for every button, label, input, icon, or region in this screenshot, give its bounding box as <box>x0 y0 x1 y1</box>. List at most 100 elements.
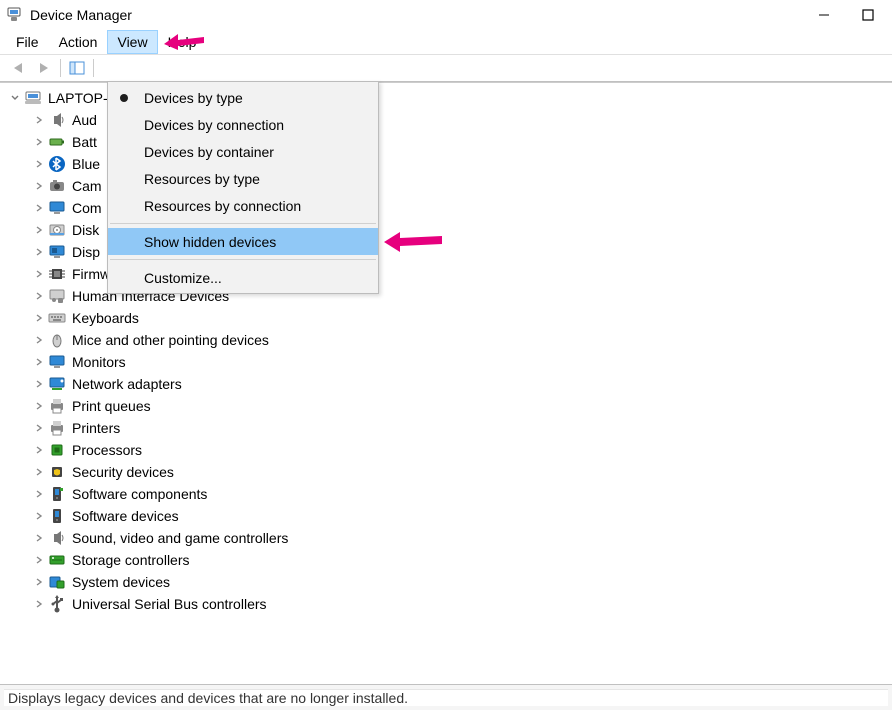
expand-icon[interactable] <box>32 465 46 479</box>
expand-icon[interactable] <box>32 267 46 281</box>
expand-icon[interactable] <box>32 333 46 347</box>
network-icon <box>48 375 66 393</box>
expand-icon[interactable] <box>32 201 46 215</box>
tree-node-label: Cam <box>72 178 102 194</box>
status-bar: Displays legacy devices and devices that… <box>0 684 892 710</box>
bluetooth-icon <box>48 155 66 173</box>
tree-node[interactable]: Software devices <box>4 505 884 527</box>
toolbar-forward-button[interactable] <box>32 56 56 80</box>
tree-node-label: Mice and other pointing devices <box>72 332 269 348</box>
menuitem-resources-by-connection[interactable]: Resources by connection <box>108 192 378 219</box>
expand-icon[interactable] <box>32 355 46 369</box>
expand-icon[interactable] <box>32 509 46 523</box>
tree-node-label: Software devices <box>72 508 179 524</box>
tree-node-label: Aud <box>72 112 97 128</box>
expand-icon[interactable] <box>32 289 46 303</box>
menu-view[interactable]: View <box>107 30 157 54</box>
menuitem-devices-by-type[interactable]: Devices by type <box>108 84 378 111</box>
expand-icon[interactable] <box>32 377 46 391</box>
app-icon <box>6 7 22 23</box>
expand-icon[interactable] <box>32 443 46 457</box>
tree-node-label: Monitors <box>72 354 126 370</box>
expand-icon[interactable] <box>32 245 46 259</box>
menu-file[interactable]: File <box>6 30 49 54</box>
expand-icon[interactable] <box>32 575 46 589</box>
tree-node-label: Network adapters <box>72 376 182 392</box>
expand-icon[interactable] <box>32 421 46 435</box>
tree-node[interactable]: Processors <box>4 439 884 461</box>
radio-selected-icon <box>120 94 128 102</box>
menuitem-customize[interactable]: Customize... <box>108 264 378 291</box>
maximize-button[interactable] <box>858 5 878 25</box>
battery-icon <box>48 133 66 151</box>
speaker-icon <box>48 111 66 129</box>
window-title: Device Manager <box>30 7 814 23</box>
annotation-arrow-view <box>158 24 208 50</box>
tree-node-label: Disp <box>72 244 100 260</box>
expand-icon[interactable] <box>32 113 46 127</box>
menuitem-label: Devices by connection <box>144 117 284 133</box>
tree-node[interactable]: Printers <box>4 417 884 439</box>
menuitem-resources-by-type[interactable]: Resources by type <box>108 165 378 192</box>
tree-node-label: Printers <box>72 420 120 436</box>
monitor-icon <box>48 353 66 371</box>
tree-node[interactable]: Mice and other pointing devices <box>4 329 884 351</box>
menuitem-label: Resources by type <box>144 171 260 187</box>
tree-node-label: Disk <box>72 222 99 238</box>
tree-node[interactable]: Keyboards <box>4 307 884 329</box>
software-device-icon <box>48 507 66 525</box>
tree-node-label: Universal Serial Bus controllers <box>72 596 267 612</box>
menu-bar: File Action View Help <box>0 30 892 54</box>
toolbar-back-button[interactable] <box>6 56 30 80</box>
window-controls <box>814 5 886 25</box>
printer-icon <box>48 397 66 415</box>
expand-icon[interactable] <box>32 487 46 501</box>
minimize-button[interactable] <box>814 5 834 25</box>
camera-icon <box>48 177 66 195</box>
toolbar-show-hide-tree-button[interactable] <box>65 56 89 80</box>
speaker-icon <box>48 529 66 547</box>
tree-node[interactable]: Universal Serial Bus controllers <box>4 593 884 615</box>
expand-icon[interactable] <box>32 179 46 193</box>
hid-icon <box>48 287 66 305</box>
tree-node[interactable]: Software components <box>4 483 884 505</box>
tree-node-label: Software components <box>72 486 207 502</box>
tree-node[interactable]: Network adapters <box>4 373 884 395</box>
display-adapter-icon <box>48 243 66 261</box>
tree-node-label: Processors <box>72 442 142 458</box>
expand-icon[interactable] <box>32 399 46 413</box>
menuitem-devices-by-connection[interactable]: Devices by connection <box>108 111 378 138</box>
toolbar-separator <box>93 59 94 77</box>
tree-node[interactable]: Security devices <box>4 461 884 483</box>
tree-node[interactable]: Sound, video and game controllers <box>4 527 884 549</box>
tree-node[interactable]: Print queues <box>4 395 884 417</box>
view-dropdown-menu: Devices by type Devices by connection De… <box>107 81 379 294</box>
expand-icon[interactable] <box>32 223 46 237</box>
toolbar-separator <box>60 59 61 77</box>
title-bar: Device Manager <box>0 0 892 30</box>
expand-icon[interactable] <box>32 531 46 545</box>
expand-icon[interactable] <box>32 553 46 567</box>
collapse-icon[interactable] <box>8 91 22 105</box>
expand-icon[interactable] <box>32 135 46 149</box>
menu-action[interactable]: Action <box>49 30 108 54</box>
menuitem-label: Devices by type <box>144 90 243 106</box>
tree-node-label: Batt <box>72 134 97 150</box>
menu-separator <box>110 259 376 260</box>
tree-node-label: Security devices <box>72 464 174 480</box>
annotation-arrow-show-hidden <box>382 230 446 254</box>
tree-node[interactable]: System devices <box>4 571 884 593</box>
expand-icon[interactable] <box>32 157 46 171</box>
tree-node[interactable]: Monitors <box>4 351 884 373</box>
mouse-icon <box>48 331 66 349</box>
usb-icon <box>48 595 66 613</box>
keyboard-icon <box>48 309 66 327</box>
expand-icon[interactable] <box>32 597 46 611</box>
menuitem-label: Show hidden devices <box>144 234 276 250</box>
menuitem-devices-by-container[interactable]: Devices by container <box>108 138 378 165</box>
tree-node-label: Storage controllers <box>72 552 190 568</box>
tree-node-label: Keyboards <box>72 310 139 326</box>
expand-icon[interactable] <box>32 311 46 325</box>
menuitem-show-hidden-devices[interactable]: Show hidden devices <box>108 228 378 255</box>
tree-node[interactable]: Storage controllers <box>4 549 884 571</box>
